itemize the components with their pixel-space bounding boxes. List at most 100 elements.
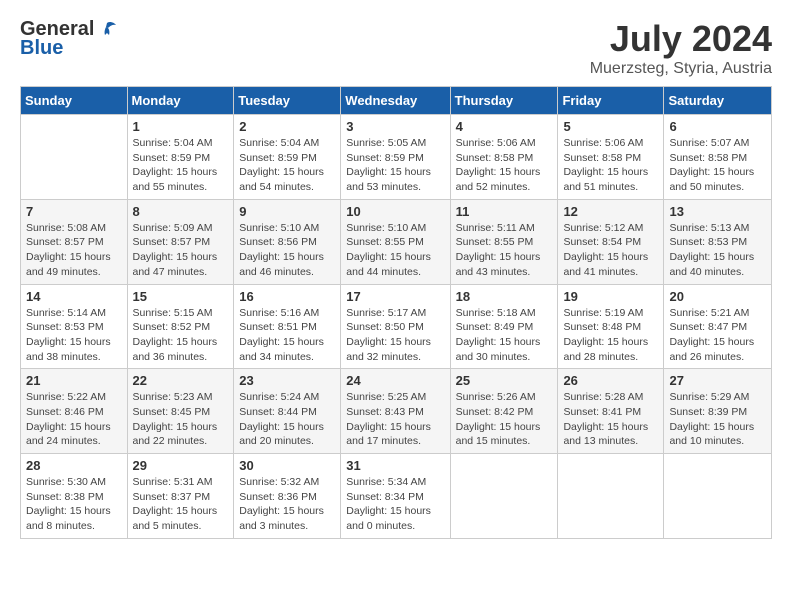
day-info: Sunrise: 5:09 AM Sunset: 8:57 PM Dayligh… (133, 221, 229, 280)
logo-bird-icon (96, 19, 118, 41)
day-number: 15 (133, 289, 229, 304)
location-title: Muerzsteg, Styria, Austria (590, 60, 772, 78)
day-number: 17 (346, 289, 444, 304)
day-info: Sunrise: 5:08 AM Sunset: 8:57 PM Dayligh… (26, 221, 122, 280)
calendar-cell: 15 Sunrise: 5:15 AM Sunset: 8:52 PM Dayli… (127, 284, 234, 369)
calendar-cell: 30Sunrise: 5:32 AM Sunset: 8:36 PM Dayli… (234, 454, 341, 539)
calendar-cell: 19Sunrise: 5:19 AM Sunset: 8:48 PM Dayli… (558, 284, 664, 369)
col-saturday: Saturday (664, 87, 772, 115)
calendar-cell: 21 Sunrise: 5:22 AM Sunset: 8:46 PM Dayli… (21, 369, 128, 454)
calendar-cell: 27Sunrise: 5:29 AM Sunset: 8:39 PM Dayli… (664, 369, 772, 454)
calendar-week-5: 28Sunrise: 5:30 AM Sunset: 8:38 PM Dayli… (21, 454, 772, 539)
calendar-cell (558, 454, 664, 539)
calendar-cell: 18 Sunrise: 5:18 AM Sunset: 8:49 PM Dayli… (450, 284, 558, 369)
day-info: Sunrise: 5:04 AM Sunset: 8:59 PM Dayligh… (133, 136, 229, 195)
calendar-cell: 20 Sunrise: 5:21 AM Sunset: 8:47 PM Dayli… (664, 284, 772, 369)
calendar-cell: 28Sunrise: 5:30 AM Sunset: 8:38 PM Dayli… (21, 454, 128, 539)
calendar-cell: 17 Sunrise: 5:17 AM Sunset: 8:50 PM Dayli… (341, 284, 450, 369)
calendar-cell: 1 Sunrise: 5:04 AM Sunset: 8:59 PM Daylig… (127, 115, 234, 200)
col-thursday: Thursday (450, 87, 558, 115)
calendar-table: Sunday Monday Tuesday Wednesday Thursday… (20, 86, 772, 539)
calendar-cell (664, 454, 772, 539)
col-tuesday: Tuesday (234, 87, 341, 115)
day-info: Sunrise: 5:07 AM Sunset: 8:58 PM Dayligh… (669, 136, 766, 195)
day-number: 18 (456, 289, 553, 304)
logo-blue-text: Blue (20, 37, 63, 60)
day-info: Sunrise: 5:04 AM Sunset: 8:59 PM Dayligh… (239, 136, 335, 195)
day-info: Sunrise: 5:18 AM Sunset: 8:49 PM Dayligh… (456, 306, 553, 365)
day-number: 2 (239, 119, 335, 134)
calendar-cell (450, 454, 558, 539)
day-info: Sunrise: 5:05 AM Sunset: 8:59 PM Dayligh… (346, 136, 444, 195)
day-number: 9 (239, 204, 335, 219)
day-info: Sunrise: 5:25 AM Sunset: 8:43 PM Dayligh… (346, 390, 444, 449)
calendar-header-row: Sunday Monday Tuesday Wednesday Thursday… (21, 87, 772, 115)
day-number: 13 (669, 204, 766, 219)
day-info: Sunrise: 5:26 AM Sunset: 8:42 PM Dayligh… (456, 390, 553, 449)
calendar-cell: 13Sunrise: 5:13 AM Sunset: 8:53 PM Dayli… (664, 199, 772, 284)
logo: General Blue (20, 18, 118, 60)
day-number: 30 (239, 458, 335, 473)
calendar-cell: 22 Sunrise: 5:23 AM Sunset: 8:45 PM Dayli… (127, 369, 234, 454)
col-monday: Monday (127, 87, 234, 115)
day-number: 10 (346, 204, 444, 219)
day-info: Sunrise: 5:28 AM Sunset: 8:41 PM Dayligh… (563, 390, 658, 449)
calendar-cell: 26 Sunrise: 5:28 AM Sunset: 8:41 PM Dayli… (558, 369, 664, 454)
day-number: 8 (133, 204, 229, 219)
day-info: Sunrise: 5:06 AM Sunset: 8:58 PM Dayligh… (563, 136, 658, 195)
calendar-cell: 5 Sunrise: 5:06 AM Sunset: 8:58 PM Daylig… (558, 115, 664, 200)
day-info: Sunrise: 5:23 AM Sunset: 8:45 PM Dayligh… (133, 390, 229, 449)
day-number: 3 (346, 119, 444, 134)
col-sunday: Sunday (21, 87, 128, 115)
day-number: 4 (456, 119, 553, 134)
day-info: Sunrise: 5:21 AM Sunset: 8:47 PM Dayligh… (669, 306, 766, 365)
day-number: 11 (456, 204, 553, 219)
day-info: Sunrise: 5:10 AM Sunset: 8:56 PM Dayligh… (239, 221, 335, 280)
day-number: 26 (563, 373, 658, 388)
calendar-cell: 10 Sunrise: 5:10 AM Sunset: 8:55 PM Dayli… (341, 199, 450, 284)
calendar-week-1: 1 Sunrise: 5:04 AM Sunset: 8:59 PM Daylig… (21, 115, 772, 200)
day-number: 31 (346, 458, 444, 473)
day-info: Sunrise: 5:12 AM Sunset: 8:54 PM Dayligh… (563, 221, 658, 280)
calendar-cell: 23 Sunrise: 5:24 AM Sunset: 8:44 PM Dayli… (234, 369, 341, 454)
day-info: Sunrise: 5:16 AM Sunset: 8:51 PM Dayligh… (239, 306, 335, 365)
calendar-cell: 4Sunrise: 5:06 AM Sunset: 8:58 PM Daylig… (450, 115, 558, 200)
calendar-cell: 6 Sunrise: 5:07 AM Sunset: 8:58 PM Daylig… (664, 115, 772, 200)
day-info: Sunrise: 5:10 AM Sunset: 8:55 PM Dayligh… (346, 221, 444, 280)
day-info: Sunrise: 5:15 AM Sunset: 8:52 PM Dayligh… (133, 306, 229, 365)
calendar-week-4: 21 Sunrise: 5:22 AM Sunset: 8:46 PM Dayli… (21, 369, 772, 454)
day-number: 1 (133, 119, 229, 134)
day-number: 25 (456, 373, 553, 388)
day-info: Sunrise: 5:34 AM Sunset: 8:34 PM Dayligh… (346, 475, 444, 534)
calendar-cell: 3 Sunrise: 5:05 AM Sunset: 8:59 PM Daylig… (341, 115, 450, 200)
day-number: 16 (239, 289, 335, 304)
day-number: 29 (133, 458, 229, 473)
day-number: 14 (26, 289, 122, 304)
day-number: 6 (669, 119, 766, 134)
header: General Blue July 2024 Muerzsteg, Styria… (20, 18, 772, 78)
day-info: Sunrise: 5:17 AM Sunset: 8:50 PM Dayligh… (346, 306, 444, 365)
calendar-cell (21, 115, 128, 200)
calendar-cell: 9 Sunrise: 5:10 AM Sunset: 8:56 PM Daylig… (234, 199, 341, 284)
day-number: 24 (346, 373, 444, 388)
day-info: Sunrise: 5:11 AM Sunset: 8:55 PM Dayligh… (456, 221, 553, 280)
day-number: 21 (26, 373, 122, 388)
day-number: 5 (563, 119, 658, 134)
day-info: Sunrise: 5:22 AM Sunset: 8:46 PM Dayligh… (26, 390, 122, 449)
day-number: 22 (133, 373, 229, 388)
calendar-cell: 16 Sunrise: 5:16 AM Sunset: 8:51 PM Dayli… (234, 284, 341, 369)
day-number: 20 (669, 289, 766, 304)
col-wednesday: Wednesday (341, 87, 450, 115)
calendar-week-3: 14Sunrise: 5:14 AM Sunset: 8:53 PM Dayli… (21, 284, 772, 369)
day-number: 7 (26, 204, 122, 219)
col-friday: Friday (558, 87, 664, 115)
day-number: 28 (26, 458, 122, 473)
day-info: Sunrise: 5:29 AM Sunset: 8:39 PM Dayligh… (669, 390, 766, 449)
day-number: 23 (239, 373, 335, 388)
day-info: Sunrise: 5:24 AM Sunset: 8:44 PM Dayligh… (239, 390, 335, 449)
title-block: July 2024 Muerzsteg, Styria, Austria (590, 18, 772, 78)
day-number: 12 (563, 204, 658, 219)
calendar-cell: 2 Sunrise: 5:04 AM Sunset: 8:59 PM Daylig… (234, 115, 341, 200)
main-container: General Blue July 2024 Muerzsteg, Styria… (0, 0, 792, 549)
calendar-cell: 11 Sunrise: 5:11 AM Sunset: 8:55 PM Dayli… (450, 199, 558, 284)
